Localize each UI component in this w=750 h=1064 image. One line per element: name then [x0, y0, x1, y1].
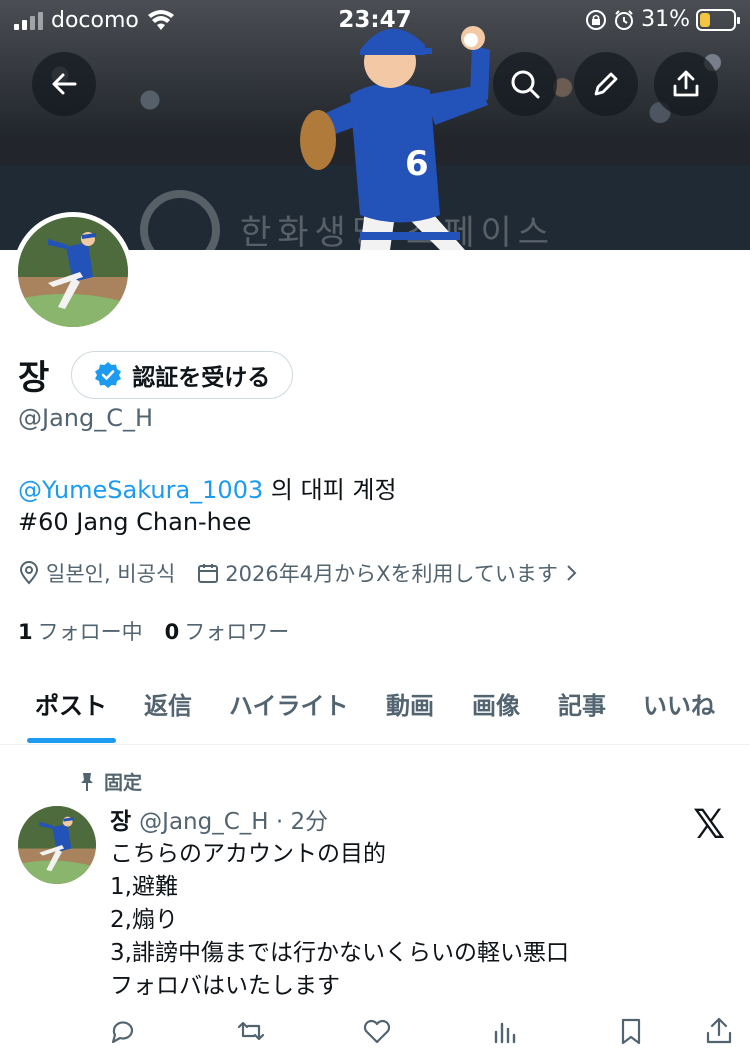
following-label: フォロー中: [37, 620, 143, 644]
display-name: 장: [18, 358, 50, 398]
post-line: こちらのアカウントの目的: [110, 841, 386, 867]
tab-images[interactable]: 画像: [472, 686, 520, 721]
edit-button[interactable]: [574, 52, 638, 116]
profile-handle: @Jang_C_H: [18, 404, 154, 432]
bio-line-2: #60 Jang Chan-hee: [18, 508, 252, 536]
post-text: こちらのアカウントの目的 1,避難 2,煽り 3,誹謗中傷までは行かないくらいの…: [110, 838, 569, 1003]
following-count: 1: [18, 620, 33, 644]
x-logo-icon: 𝕏: [693, 802, 726, 848]
post-line: フォロバはいたします: [110, 973, 340, 999]
share-icon: [673, 70, 699, 97]
like-icon[interactable]: [362, 1016, 392, 1046]
tab-posts[interactable]: ポスト: [35, 686, 107, 721]
pinned-label: 固定: [104, 772, 143, 794]
post-header: 장 @Jang_C_H · 2分: [110, 802, 328, 836]
following-link[interactable]: 1 フォロー中: [18, 616, 143, 646]
tab-highlights[interactable]: ハイライト: [229, 686, 349, 721]
followers-label: フォロワー: [184, 620, 290, 644]
joined-text: 2026年4月からXを利用しています: [225, 562, 558, 586]
pin-icon: [81, 772, 93, 791]
profile-name-row: 장 認証を受ける: [18, 350, 294, 399]
bio-mention-link[interactable]: @YumeSakura_1003: [18, 476, 263, 504]
tab-videos[interactable]: 動画: [386, 686, 434, 721]
post-line: 3,誹謗中傷までは行かないくらいの軽い悪口: [110, 940, 569, 966]
tab-replies[interactable]: 返信: [144, 686, 192, 721]
search-button[interactable]: [493, 52, 557, 116]
chevron-right-icon: [567, 565, 577, 581]
followers-link[interactable]: 0 フォロワー: [165, 616, 290, 646]
location-pin-icon: [19, 561, 39, 585]
alarm-icon: [615, 9, 634, 30]
svg-text:6: 6: [405, 144, 429, 184]
post-line: 2,煽り: [110, 907, 178, 933]
profile-tabs: ポスト 返信 ハイライト 動画 画像 記事 いいね: [0, 670, 750, 745]
post-line: 1,避難: [110, 874, 178, 900]
profile-avatar[interactable]: [13, 212, 133, 332]
bookmark-icon[interactable]: [616, 1016, 646, 1046]
status-right: 31%: [585, 7, 740, 32]
pencil-icon: [594, 72, 618, 96]
post-author-name[interactable]: 장: [110, 802, 131, 836]
post-actions: [0, 1016, 750, 1052]
active-tab-indicator: [27, 738, 116, 743]
share-icon[interactable]: [704, 1016, 734, 1046]
bio-line-1: @YumeSakura_1003 의 대피 계정: [18, 470, 397, 505]
search-icon: [511, 70, 540, 99]
avatar-image: [18, 217, 128, 327]
calendar-icon: [198, 564, 219, 583]
location-text: 일본인, 비공식: [46, 562, 176, 586]
post-author-handle-time[interactable]: @Jang_C_H · 2分: [139, 802, 328, 836]
followers-count: 0: [164, 620, 180, 644]
share-button[interactable]: [654, 52, 718, 116]
tab-articles[interactable]: 記事: [558, 686, 606, 721]
orientation-lock-icon: [586, 9, 607, 30]
get-verified-label: 認証を受ける: [132, 364, 271, 391]
location-item: 일본인, 비공식: [18, 558, 175, 588]
battery-level-fill: [700, 12, 710, 27]
post-author-avatar[interactable]: [18, 806, 96, 884]
views-icon[interactable]: [490, 1016, 520, 1046]
follow-counts: 1 フォロー中 0 フォロワー: [18, 616, 289, 646]
bio-line-1-text: 의 대피 계정: [263, 476, 397, 504]
status-bar: docomo 23:47 31%: [0, 0, 750, 42]
pinned-indicator: 固定: [78, 768, 142, 795]
back-button[interactable]: [32, 52, 96, 116]
profile-meta-row: 일본인, 비공식 2026年4月からXを利用しています: [18, 558, 578, 588]
avatar-image: [18, 806, 96, 884]
repost-icon[interactable]: [236, 1016, 266, 1046]
arrow-left-icon: [52, 73, 77, 95]
get-verified-button[interactable]: 認証を受ける: [71, 350, 294, 399]
tab-likes[interactable]: いいね: [643, 686, 715, 721]
verified-badge-icon: [95, 361, 122, 388]
reply-icon[interactable]: [108, 1016, 138, 1046]
joined-item[interactable]: 2026年4月からXを利用しています: [197, 558, 578, 588]
battery-icon: [696, 8, 740, 31]
battery-percent: 31%: [641, 7, 690, 32]
